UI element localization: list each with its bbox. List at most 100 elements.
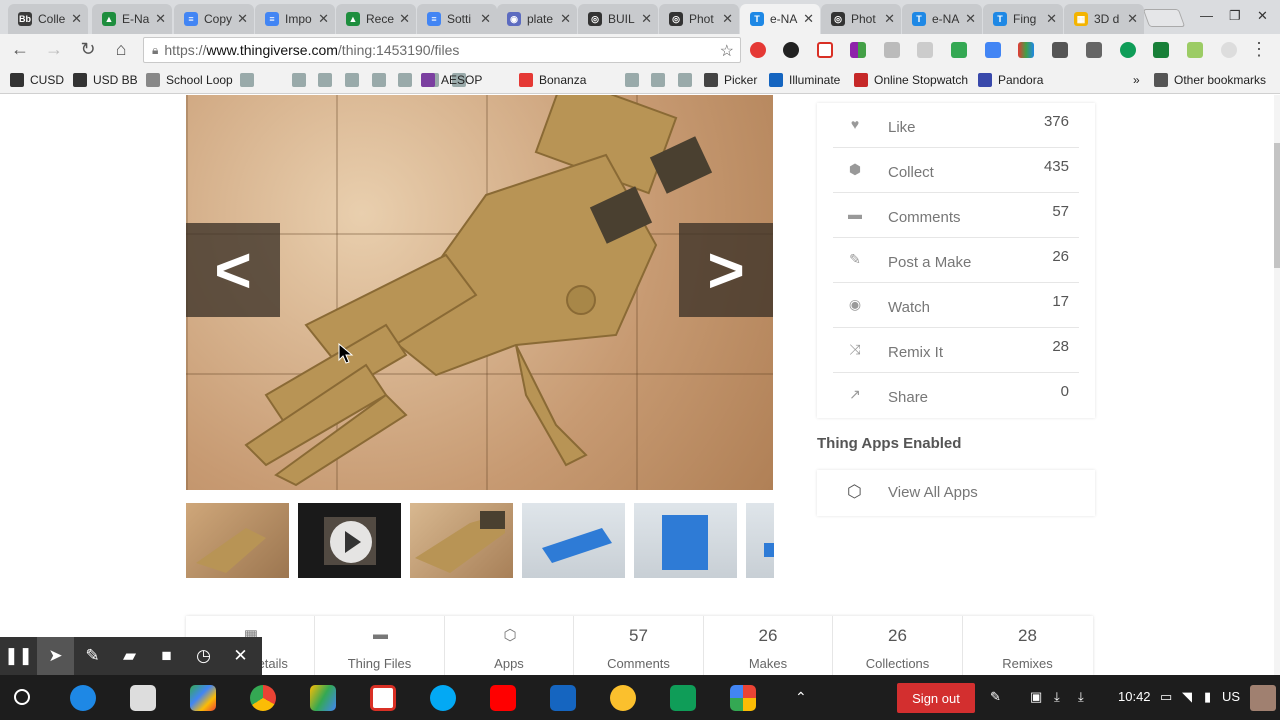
scrollbar[interactable] bbox=[1274, 95, 1280, 675]
extension-icon[interactable] bbox=[951, 42, 967, 58]
extension-icon[interactable] bbox=[884, 42, 900, 58]
bookmark-icon[interactable] bbox=[651, 73, 671, 87]
bookmark-item[interactable]: CUSD bbox=[10, 73, 64, 87]
camera-icon[interactable]: ■ bbox=[148, 637, 185, 675]
bookmark-item[interactable]: AESOP bbox=[421, 73, 482, 87]
action-share[interactable]: ↗ Share 0 bbox=[833, 373, 1079, 418]
thumbnail[interactable] bbox=[634, 503, 737, 578]
browser-tab[interactable]: ≡ Copy ✕ bbox=[174, 4, 254, 34]
forward-icon[interactable]: → bbox=[43, 39, 65, 60]
bookmark-item[interactable]: Picker bbox=[704, 73, 757, 87]
reload-icon[interactable]: ↻ bbox=[77, 39, 99, 60]
bookmark-icon[interactable] bbox=[678, 73, 698, 87]
photos-icon[interactable] bbox=[730, 685, 756, 711]
tab-close-icon[interactable]: ✕ bbox=[1046, 11, 1057, 27]
avatar[interactable] bbox=[1250, 685, 1276, 711]
browser-tab[interactable]: ▲ E-Na ✕ bbox=[92, 4, 172, 34]
chevron-up-icon[interactable]: ⌃ bbox=[795, 689, 807, 706]
thumbnail[interactable] bbox=[522, 503, 625, 578]
bookmark-item[interactable]: Pandora bbox=[978, 73, 1043, 87]
extension-icon[interactable] bbox=[1018, 42, 1034, 58]
action-collect[interactable]: ⬢ Collect 435 bbox=[833, 148, 1079, 193]
tab-close-icon[interactable]: ✕ bbox=[399, 11, 410, 27]
browser-tab[interactable]: Te-NA ✕ bbox=[902, 4, 982, 34]
minimize-button[interactable]: — bbox=[1200, 8, 1213, 23]
bookmark-icon[interactable] bbox=[292, 73, 312, 87]
bookmark-item[interactable]: Other bookmarks bbox=[1154, 73, 1266, 87]
menu-icon[interactable]: ⋮ bbox=[1248, 39, 1270, 60]
extension-icon[interactable] bbox=[750, 42, 766, 58]
browser-tab[interactable]: Te-NA ✕ bbox=[740, 4, 820, 34]
keep-icon[interactable] bbox=[610, 685, 636, 711]
extension-icon[interactable] bbox=[1120, 42, 1136, 58]
classroom-icon[interactable] bbox=[670, 685, 696, 711]
tab-close-icon[interactable]: ✕ bbox=[722, 11, 733, 27]
extension-icon[interactable] bbox=[783, 42, 799, 58]
tab-remixes[interactable]: 28 Remixes bbox=[963, 616, 1092, 675]
video-thumbnail[interactable] bbox=[298, 503, 401, 578]
browser-tab[interactable]: ▲ Rece ✕ bbox=[336, 4, 416, 34]
bookmark-icon[interactable] bbox=[318, 73, 338, 87]
browser-tab[interactable]: ≡ Sotti ✕ bbox=[417, 4, 497, 34]
address-bar[interactable]: 🔒︎ https:// www.thingiverse.com /thing:1… bbox=[143, 37, 741, 63]
browser-tab[interactable]: ◎ BUIL ✕ bbox=[578, 4, 658, 34]
action-watch[interactable]: ◉ Watch 17 bbox=[833, 283, 1079, 328]
tab-close-icon[interactable]: ✕ bbox=[155, 11, 166, 27]
browser-tab[interactable]: Bb Colle ✕ bbox=[8, 4, 88, 34]
gmail-icon[interactable] bbox=[370, 685, 396, 711]
extension-icon[interactable] bbox=[1187, 42, 1203, 58]
pen-icon[interactable]: ✎ bbox=[74, 637, 111, 675]
close-window-button[interactable]: ✕ bbox=[1257, 8, 1268, 24]
tab-close-icon[interactable]: ✕ bbox=[884, 11, 895, 27]
files-app-icon[interactable] bbox=[70, 685, 96, 711]
thumbnail[interactable] bbox=[746, 503, 774, 578]
tab-close-icon[interactable]: ✕ bbox=[803, 11, 814, 27]
browser-tab[interactable]: ≡ Impo ✕ bbox=[255, 4, 335, 34]
extension-icon[interactable] bbox=[1052, 42, 1068, 58]
carousel-prev-button[interactable]: < bbox=[186, 223, 280, 317]
drive-icon[interactable] bbox=[310, 685, 336, 711]
play-store-icon[interactable] bbox=[190, 685, 216, 711]
action-comments[interactable]: ▬ Comments 57 bbox=[833, 193, 1079, 238]
thumbnail[interactable] bbox=[186, 503, 289, 578]
bookmark-icon[interactable] bbox=[625, 73, 645, 87]
cast-icon[interactable] bbox=[1086, 42, 1102, 58]
tab-close-icon[interactable]: ✕ bbox=[71, 11, 82, 27]
bookmark-item[interactable]: Bonanza bbox=[519, 73, 586, 87]
thumbnail[interactable] bbox=[410, 503, 513, 578]
browser-tab[interactable]: ◎ Phot ✕ bbox=[821, 4, 901, 34]
tab-comments[interactable]: 57 Comments bbox=[575, 616, 704, 675]
action-remix-it[interactable]: ⤨ Remix It 28 bbox=[833, 328, 1079, 373]
browser-tab[interactable]: ▦ 3D d ✕ bbox=[1064, 4, 1144, 34]
tab-close-icon[interactable]: ✕ bbox=[965, 11, 976, 27]
camera-app-icon[interactable] bbox=[430, 685, 456, 711]
browser-tab[interactable]: T Fing ✕ bbox=[983, 4, 1063, 34]
tab-close-icon[interactable]: ✕ bbox=[1127, 11, 1138, 27]
carousel-next-button[interactable]: > bbox=[679, 223, 773, 317]
new-tab-button[interactable] bbox=[1142, 9, 1186, 27]
network-icon[interactable]: ▭ bbox=[1160, 689, 1172, 705]
pointer-icon[interactable]: ➤ bbox=[37, 637, 74, 675]
bookmark-icon[interactable] bbox=[372, 73, 392, 87]
app-icon[interactable] bbox=[550, 685, 576, 711]
extension-icon[interactable] bbox=[1221, 42, 1237, 58]
translate-extension-icon[interactable] bbox=[985, 42, 1001, 58]
bookmark-icon[interactable] bbox=[345, 73, 365, 87]
tab-makes[interactable]: 26 Makes bbox=[704, 616, 833, 675]
clock-time[interactable]: 10:42 bbox=[1118, 689, 1151, 704]
extension-icon[interactable] bbox=[1153, 42, 1169, 58]
bookmark-item[interactable]: USD BB bbox=[73, 73, 138, 87]
bookmark-icon[interactable] bbox=[240, 73, 260, 87]
bookmark-item[interactable]: Illuminate bbox=[769, 73, 840, 87]
bookmark-star-icon[interactable]: ☆ bbox=[720, 41, 734, 61]
chrome-icon[interactable] bbox=[250, 685, 276, 711]
stylus-icon[interactable]: ✎ bbox=[990, 689, 1001, 705]
maximize-button[interactable]: ❐ bbox=[1229, 8, 1241, 24]
action-post-a-make[interactable]: ✎ Post a Make 26 bbox=[833, 238, 1079, 283]
tab-close-icon[interactable]: ✕ bbox=[480, 11, 491, 27]
bookmark-item[interactable]: Online Stopwatch bbox=[854, 73, 968, 87]
scrollbar-thumb[interactable] bbox=[1274, 143, 1280, 268]
screenshot-icon[interactable]: ▣ bbox=[1030, 689, 1042, 705]
sign-out-button[interactable]: Sign out bbox=[897, 683, 975, 713]
tab-close-icon[interactable]: ✕ bbox=[237, 11, 248, 27]
